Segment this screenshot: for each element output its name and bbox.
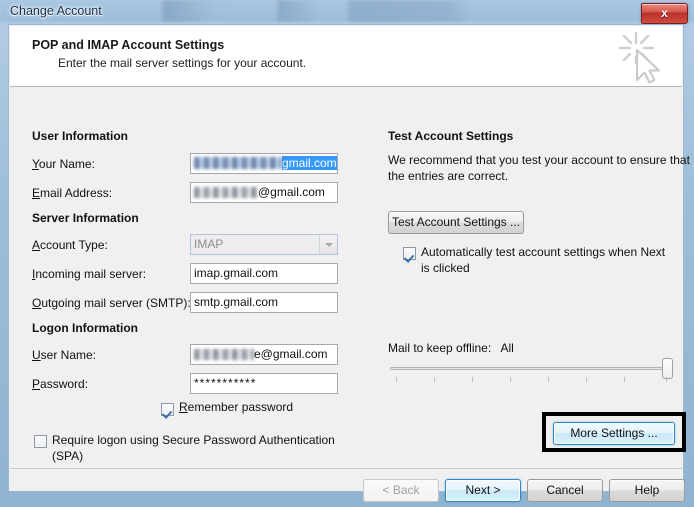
auto-test-label-line1[interactable]: Automatically test account settings when… bbox=[421, 245, 665, 259]
spa-checkbox[interactable] bbox=[34, 435, 47, 448]
help-button-label: Help bbox=[634, 483, 660, 497]
page-subtitle: Enter the mail server settings for your … bbox=[58, 56, 307, 70]
help-button[interactable]: Help bbox=[609, 479, 685, 502]
user-name-label: User Name: bbox=[32, 348, 97, 362]
server-information-heading: Server Information bbox=[32, 211, 139, 225]
more-settings-button[interactable]: More Settings ... bbox=[553, 422, 675, 445]
spa-label-line2[interactable]: (SPA) bbox=[52, 449, 83, 463]
change-account-window: Change Account x POP and IMAP Account Se… bbox=[0, 0, 694, 507]
slider-tick bbox=[510, 377, 511, 382]
slider-tick bbox=[472, 377, 473, 382]
slider-tick bbox=[548, 377, 549, 382]
email-address-label: Email Address: bbox=[32, 186, 113, 200]
mail-to-keep-offline-label: Mail to keep offline: All bbox=[388, 341, 514, 355]
password-input[interactable]: *********** bbox=[190, 373, 338, 394]
test-account-settings-button[interactable]: Test Account Settings ... bbox=[388, 211, 524, 234]
user-name-input[interactable]: e@gmail.com bbox=[190, 344, 338, 365]
logon-information-heading: Logon Information bbox=[32, 321, 138, 335]
remember-password-label[interactable]: Remember password bbox=[179, 400, 293, 414]
slider-tick bbox=[666, 377, 667, 382]
user-name-redaction bbox=[194, 349, 254, 360]
slider-tick bbox=[396, 377, 397, 382]
account-type-label: Account Type: bbox=[32, 238, 108, 252]
test-description-line1: We recommend that you test your account … bbox=[388, 153, 690, 167]
more-settings-button-label: More Settings ... bbox=[570, 426, 658, 440]
wizard-header: POP and IMAP Account Settings Enter the … bbox=[10, 26, 682, 87]
cancel-button-label: Cancel bbox=[546, 483, 584, 497]
next-button-label: Next > bbox=[465, 483, 501, 497]
email-address-input[interactable]: @gmail.com bbox=[190, 182, 338, 203]
email-address-redaction bbox=[194, 187, 258, 198]
dialog-footer: < Back Next > Cancel Help bbox=[10, 468, 685, 507]
your-name-redaction bbox=[194, 157, 282, 169]
password-label: Password: bbox=[32, 377, 89, 391]
your-name-label: Your Name: bbox=[32, 157, 95, 171]
slider-tick bbox=[624, 377, 625, 382]
your-name-input[interactable]: gmail.com bbox=[190, 153, 338, 174]
page-title: POP and IMAP Account Settings bbox=[32, 38, 225, 52]
slider-tick bbox=[586, 377, 587, 382]
incoming-mail-server-label: Incoming mail server: bbox=[32, 267, 147, 281]
back-button-label: < Back bbox=[382, 483, 420, 497]
test-account-settings-heading: Test Account Settings bbox=[388, 129, 514, 143]
mail-to-keep-offline-value: All bbox=[500, 341, 514, 355]
settings-body: User Information Your Name: gmail.com Em… bbox=[9, 87, 690, 467]
your-name-value: gmail.com bbox=[282, 156, 337, 170]
titlebar: Change Account x bbox=[0, 0, 694, 24]
remember-password-checkbox[interactable] bbox=[161, 403, 174, 416]
cursor-sparkle-icon bbox=[616, 30, 668, 87]
cancel-button[interactable]: Cancel bbox=[527, 479, 603, 502]
spa-label-line1[interactable]: Require logon using Secure Password Auth… bbox=[52, 433, 335, 447]
incoming-mail-server-input[interactable]: imap.gmail.com bbox=[190, 263, 338, 284]
outgoing-mail-server-input[interactable]: smtp.gmail.com bbox=[190, 292, 338, 313]
chevron-down-icon[interactable] bbox=[319, 235, 337, 254]
account-type-value: IMAP bbox=[194, 237, 224, 251]
account-type-dropdown[interactable]: IMAP bbox=[190, 234, 338, 255]
user-information-heading: User Information bbox=[32, 129, 129, 143]
outgoing-mail-server-label: Outgoing mail server (SMTP): bbox=[32, 296, 191, 310]
email-address-value: @gmail.com bbox=[258, 185, 325, 199]
user-name-value: e@gmail.com bbox=[254, 347, 328, 361]
window-title: Change Account bbox=[10, 4, 102, 18]
close-button[interactable]: x bbox=[641, 3, 688, 24]
close-icon: x bbox=[661, 6, 668, 20]
next-button[interactable]: Next > bbox=[445, 479, 521, 502]
slider-tick bbox=[434, 377, 435, 382]
back-button[interactable]: < Back bbox=[363, 479, 439, 502]
auto-test-checkbox[interactable] bbox=[403, 247, 416, 260]
dialog-client-area: POP and IMAP Account Settings Enter the … bbox=[8, 24, 690, 502]
auto-test-label-line2[interactable]: is clicked bbox=[421, 261, 470, 275]
test-account-settings-button-label: Test Account Settings ... bbox=[391, 215, 521, 229]
mail-offline-slider-thumb[interactable] bbox=[662, 358, 673, 379]
test-description-line2: the entries are correct. bbox=[388, 169, 509, 183]
mail-offline-slider-track[interactable] bbox=[390, 367, 672, 370]
